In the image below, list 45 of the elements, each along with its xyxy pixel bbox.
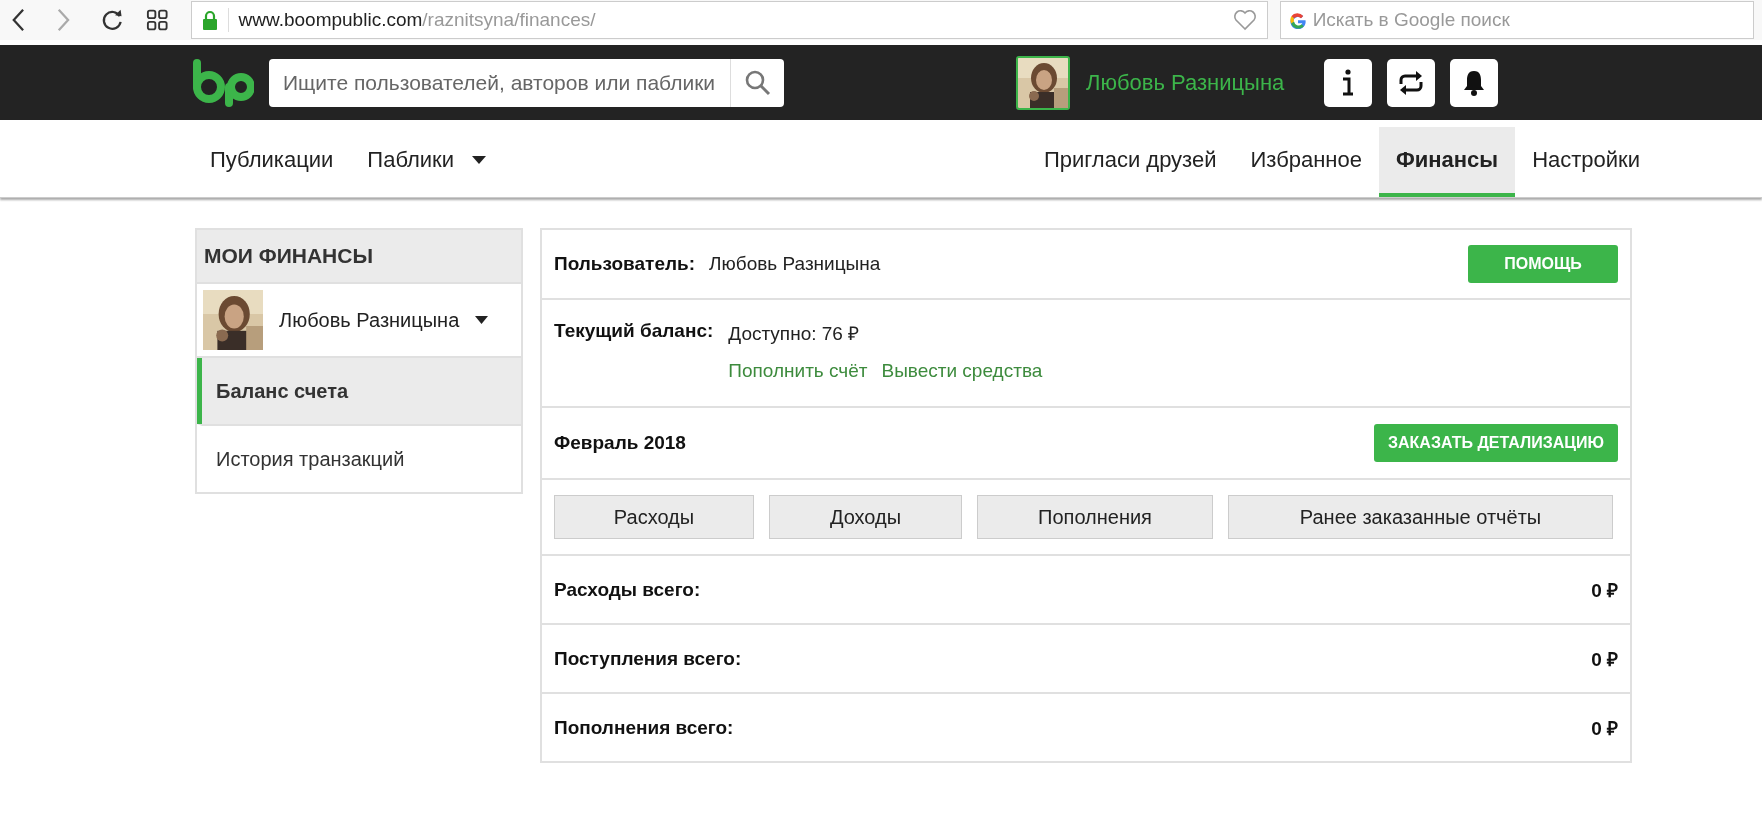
user-name: Любовь Разницына bbox=[709, 253, 881, 275]
report-tab[interactable]: Доходы bbox=[769, 495, 962, 539]
info-button[interactable] bbox=[1324, 58, 1373, 107]
total-value: 0 ₽ bbox=[1591, 716, 1618, 741]
nav-tab[interactable]: Настройки bbox=[1515, 127, 1657, 197]
nav-label: Публикации bbox=[210, 147, 334, 173]
total-label: Пополнения всего: bbox=[554, 716, 734, 739]
search-icon bbox=[744, 69, 771, 96]
sync-button[interactable] bbox=[1387, 58, 1436, 107]
nav-tab[interactable]: Пригласи друзей bbox=[1026, 127, 1234, 197]
back-icon[interactable] bbox=[10, 7, 27, 33]
grid-icon[interactable] bbox=[146, 8, 169, 32]
address-field[interactable]: www.boompublic.com/raznitsyna/finances/ bbox=[190, 1, 1268, 39]
caret-icon[interactable] bbox=[475, 316, 489, 324]
heart-icon[interactable] bbox=[1232, 9, 1257, 31]
balance-value: Доступно: 76 ₽ bbox=[728, 322, 861, 346]
report-tab[interactable]: Расходы bbox=[554, 495, 754, 539]
sidebar-item[interactable]: История транзакций bbox=[197, 424, 521, 492]
user-name[interactable]: Любовь Разницына bbox=[1086, 69, 1285, 96]
report-tab[interactable]: Ранее заказанные отчёты bbox=[1228, 495, 1613, 539]
nav-tab[interactable]: Избранное bbox=[1233, 127, 1379, 197]
caret-icon bbox=[472, 156, 487, 164]
sidebar-item[interactable]: Баланс счета bbox=[197, 358, 521, 424]
nav-link[interactable]: Паблики bbox=[350, 127, 504, 197]
bell-icon bbox=[1462, 68, 1487, 97]
total-value: 0 ₽ bbox=[1591, 647, 1618, 672]
nav-link[interactable]: Публикации bbox=[193, 127, 351, 197]
nav-label: Паблики bbox=[367, 147, 455, 173]
info-icon bbox=[1341, 68, 1356, 97]
google-icon bbox=[1288, 11, 1307, 29]
report-tab[interactable]: Пополнения bbox=[977, 495, 1213, 539]
nav-tab[interactable]: Финансы bbox=[1379, 127, 1516, 197]
user-name[interactable]: Любовь Разницына bbox=[279, 308, 460, 332]
month-label: Февраль 2018 bbox=[554, 432, 686, 454]
field-label: Текущий баланс: bbox=[554, 320, 714, 342]
action-link[interactable]: Вывести средства bbox=[881, 360, 1043, 382]
lock-icon bbox=[201, 10, 218, 30]
total-value: 0 ₽ bbox=[1591, 578, 1618, 603]
logo[interactable] bbox=[192, 58, 254, 107]
total-label: Поступления всего: bbox=[554, 647, 742, 670]
bell-button[interactable] bbox=[1450, 58, 1499, 107]
total-label: Расходы всего: bbox=[554, 578, 701, 601]
action-link[interactable]: Пополнить счёт bbox=[728, 360, 868, 382]
sidebar-title: МОИ ФИНАНСЫ bbox=[197, 230, 521, 284]
field-label: Пользователь: bbox=[554, 253, 696, 275]
